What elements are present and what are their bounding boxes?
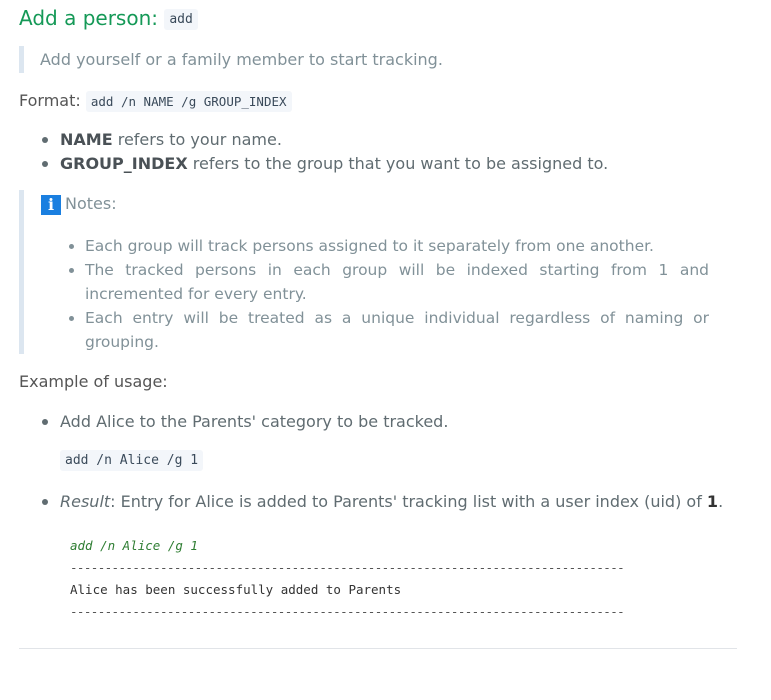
terminal-command: add /n Alice /g 1 — [70, 538, 198, 553]
example-step: Add Alice to the Parents' category to be… — [41, 410, 448, 434]
param-name: NAME — [60, 130, 113, 149]
terminal-divider-top: ----------------------------------------… — [70, 560, 625, 575]
param-desc: refers to your name. — [112, 130, 282, 149]
example-label: Example of usage: — [19, 372, 168, 391]
note-item: Each group will track persons assigned t… — [69, 234, 709, 258]
notes-list: Each group will track persons assigned t… — [69, 234, 709, 354]
terminal-divider-bottom: ----------------------------------------… — [70, 604, 625, 619]
heading-command-code: add — [164, 9, 198, 30]
description-blockquote: Add yourself or a family member to start… — [19, 46, 737, 73]
param-item-name: NAME refers to your name. — [42, 128, 740, 152]
param-desc: refers to the group that you want to be … — [187, 154, 609, 173]
result-label: Result — [60, 492, 111, 511]
section-heading: Add a person: add — [19, 6, 198, 30]
info-icon: i — [41, 195, 61, 215]
note-item: Each entry will be treated as a unique i… — [69, 306, 709, 354]
format-line: Format: add /n NAME /g GROUP_INDEX — [19, 90, 292, 113]
param-name: GROUP_INDEX — [60, 154, 188, 173]
format-label: Format: — [19, 91, 86, 110]
notes-header: i Notes: — [41, 192, 117, 216]
terminal-output: Alice has been successfully added to Par… — [70, 582, 402, 597]
example-command-code: add /n Alice /g 1 — [60, 450, 204, 471]
example-result: Result: Entry for Alice is added to Pare… — [41, 490, 724, 514]
param-item-group-index: GROUP_INDEX refers to the group that you… — [42, 152, 740, 176]
note-item: The tracked persons in each group will b… — [69, 258, 709, 306]
parameter-list: NAME refers to your name. GROUP_INDEX re… — [42, 128, 740, 176]
format-syntax-code: add /n NAME /g GROUP_INDEX — [85, 91, 292, 112]
result-value: 1 — [706, 492, 719, 511]
result-end: . — [718, 492, 724, 511]
notes-blockquote: i Notes: Each group will track persons as… — [19, 190, 737, 354]
description-text: Add yourself or a family member to start… — [40, 50, 443, 69]
terminal-output-block: add /n Alice /g 1 ----------------------… — [60, 525, 720, 625]
horizontal-rule — [19, 648, 737, 649]
heading-title: Add a person: — [19, 6, 165, 30]
result-text: : Entry for Alice is added to Parents' t… — [110, 492, 707, 511]
notes-title: Notes: — [65, 194, 117, 213]
